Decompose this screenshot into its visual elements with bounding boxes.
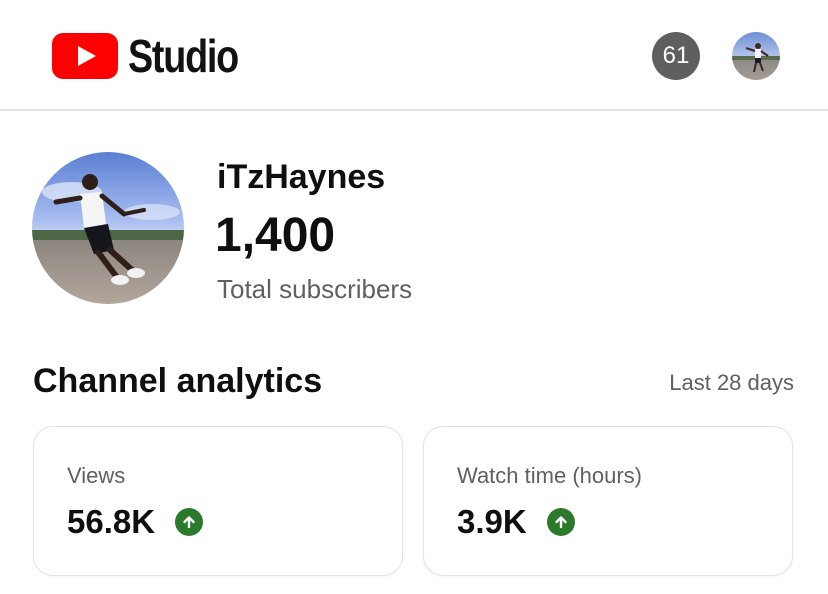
views-value: 56.8K [67,503,156,540]
channel-avatar-image [32,152,184,304]
views-label: Views [67,463,126,488]
arrow-up-icon [175,508,204,536]
channel-avatar[interactable] [32,152,184,304]
watch-time-value: 3.9K [457,503,527,540]
channel-name: iTzHaynes [217,158,386,196]
logo-text: Studio [128,30,239,82]
date-range-label: Last 28 days [669,370,794,395]
account-avatar-image [732,32,780,80]
analytics-title: Channel analytics [33,362,323,400]
youtube-play-icon [52,33,118,79]
notification-count: 61 [662,42,690,69]
youtube-studio-logo[interactable]: Studio [52,30,262,82]
watch-time-value-row: 3.9K [457,503,575,541]
subscriber-label: Total subscribers [217,274,413,304]
notifications-badge[interactable]: 61 [652,32,700,80]
views-card[interactable]: Views 56.8K [33,426,403,576]
arrow-up-icon [546,508,575,536]
views-value-row: 56.8K [67,503,204,541]
app-header: Studio 61 [0,0,828,111]
watch-time-label: Watch time (hours) [457,463,643,488]
account-avatar[interactable] [732,32,780,80]
subscriber-count: 1,400 [215,209,336,262]
watch-time-card[interactable]: Watch time (hours) 3.9K [423,426,793,576]
